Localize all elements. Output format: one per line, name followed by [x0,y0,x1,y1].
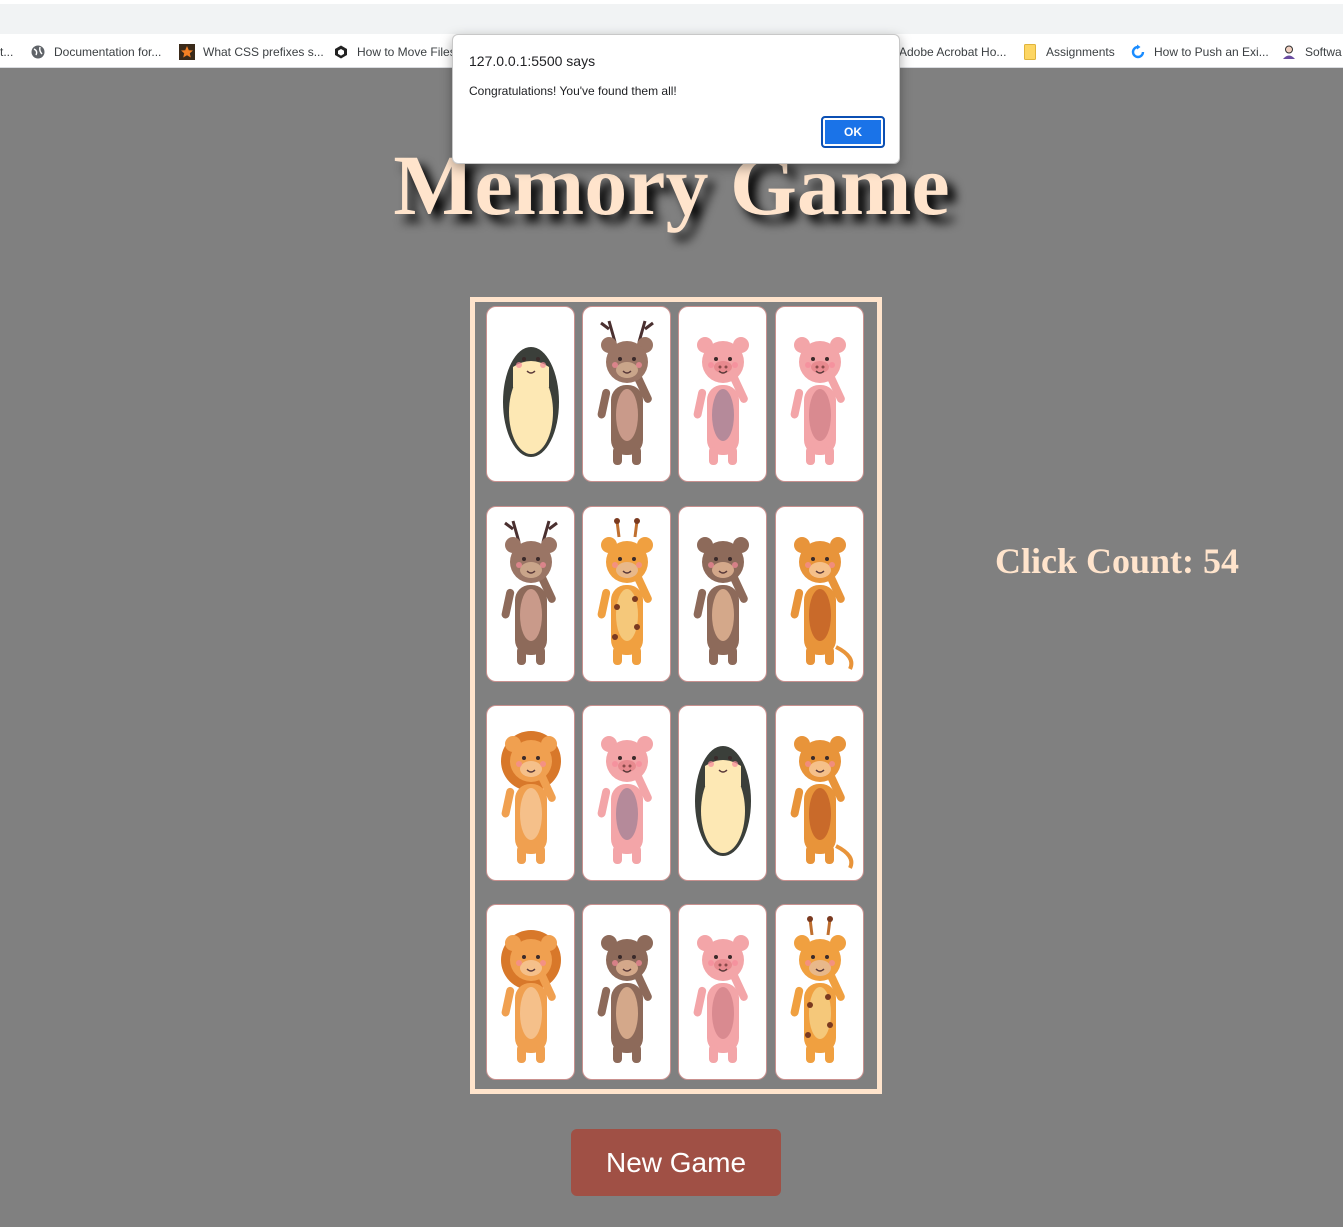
pig-waving-icon [778,307,862,481]
card-pig-standing[interactable] [678,306,767,482]
bookmark-3[interactable]: How to Move Files [333,43,456,61]
card-pig-standing[interactable] [582,705,671,881]
bear-icon [585,905,669,1079]
pig-standing-icon [681,307,765,481]
globe-icon [30,44,46,60]
avatar-icon [1281,44,1297,60]
bookmark-5[interactable]: Assignments [1022,43,1115,61]
alert-message: Congratulations! You've found them all! [469,84,677,98]
card-pig-waving[interactable] [678,904,767,1080]
pig-waving-icon [681,905,765,1079]
bookmark-1[interactable]: Documentation for... [30,43,161,61]
card-penguin[interactable] [486,306,575,482]
monkey-icon [778,706,862,880]
giraffe-icon [585,507,669,681]
alert-dialog: 127.0.0.1:5500 says Congratulations! You… [452,34,900,164]
bookmark-7[interactable]: Softwa [1281,43,1342,61]
card-penguin[interactable] [678,705,767,881]
card-pig-waving[interactable] [775,306,864,482]
bookmark-label: Softwa [1305,45,1342,59]
penguin-icon [681,706,765,880]
bookmark-6[interactable]: How to Push an Exi... [1130,43,1269,61]
card-lion[interactable] [486,705,575,881]
bookmark-label: Assignments [1046,45,1115,59]
bear-icon [681,507,765,681]
deer-icon [489,507,573,681]
card-deer[interactable] [582,306,671,482]
monkey-icon [778,507,862,681]
pig-standing-icon [585,706,669,880]
deer-icon [585,307,669,481]
card-board [470,297,882,1094]
card-giraffe[interactable] [582,506,671,682]
alert-origin: 127.0.0.1:5500 says [469,53,596,69]
bookmark-0[interactable]: t... [0,43,13,61]
bookmark-label: t... [0,45,14,59]
bookmark-label: How to Move Files [357,45,456,59]
giraffe-icon [778,905,862,1079]
alert-ok-button[interactable]: OK [821,116,885,148]
card-bear[interactable] [678,506,767,682]
hexagon-icon [333,44,349,60]
browser-tabstrip [0,0,1343,34]
lion-icon [489,905,573,1079]
card-deer[interactable] [486,506,575,682]
penguin-icon [489,307,573,481]
bookmark-4[interactable]: Adobe Acrobat Ho... [899,43,1006,61]
star-icon [179,44,195,60]
card-monkey[interactable] [775,705,864,881]
bookmark-label: Adobe Acrobat Ho... [899,45,1007,59]
folder-icon [1022,44,1038,60]
refresh-icon [1130,44,1146,60]
bookmark-label: Documentation for... [54,45,162,59]
card-giraffe[interactable] [775,904,864,1080]
bookmark-label: How to Push an Exi... [1154,45,1269,59]
card-bear[interactable] [582,904,671,1080]
click-count: Click Count: 54 [995,541,1240,581]
bookmark-label: What CSS prefixes s... [203,45,324,59]
bookmark-2[interactable]: What CSS prefixes s... [179,43,324,61]
card-lion[interactable] [486,904,575,1080]
card-monkey[interactable] [775,506,864,682]
new-game-button[interactable]: New Game [571,1129,781,1196]
lion-icon [489,706,573,880]
